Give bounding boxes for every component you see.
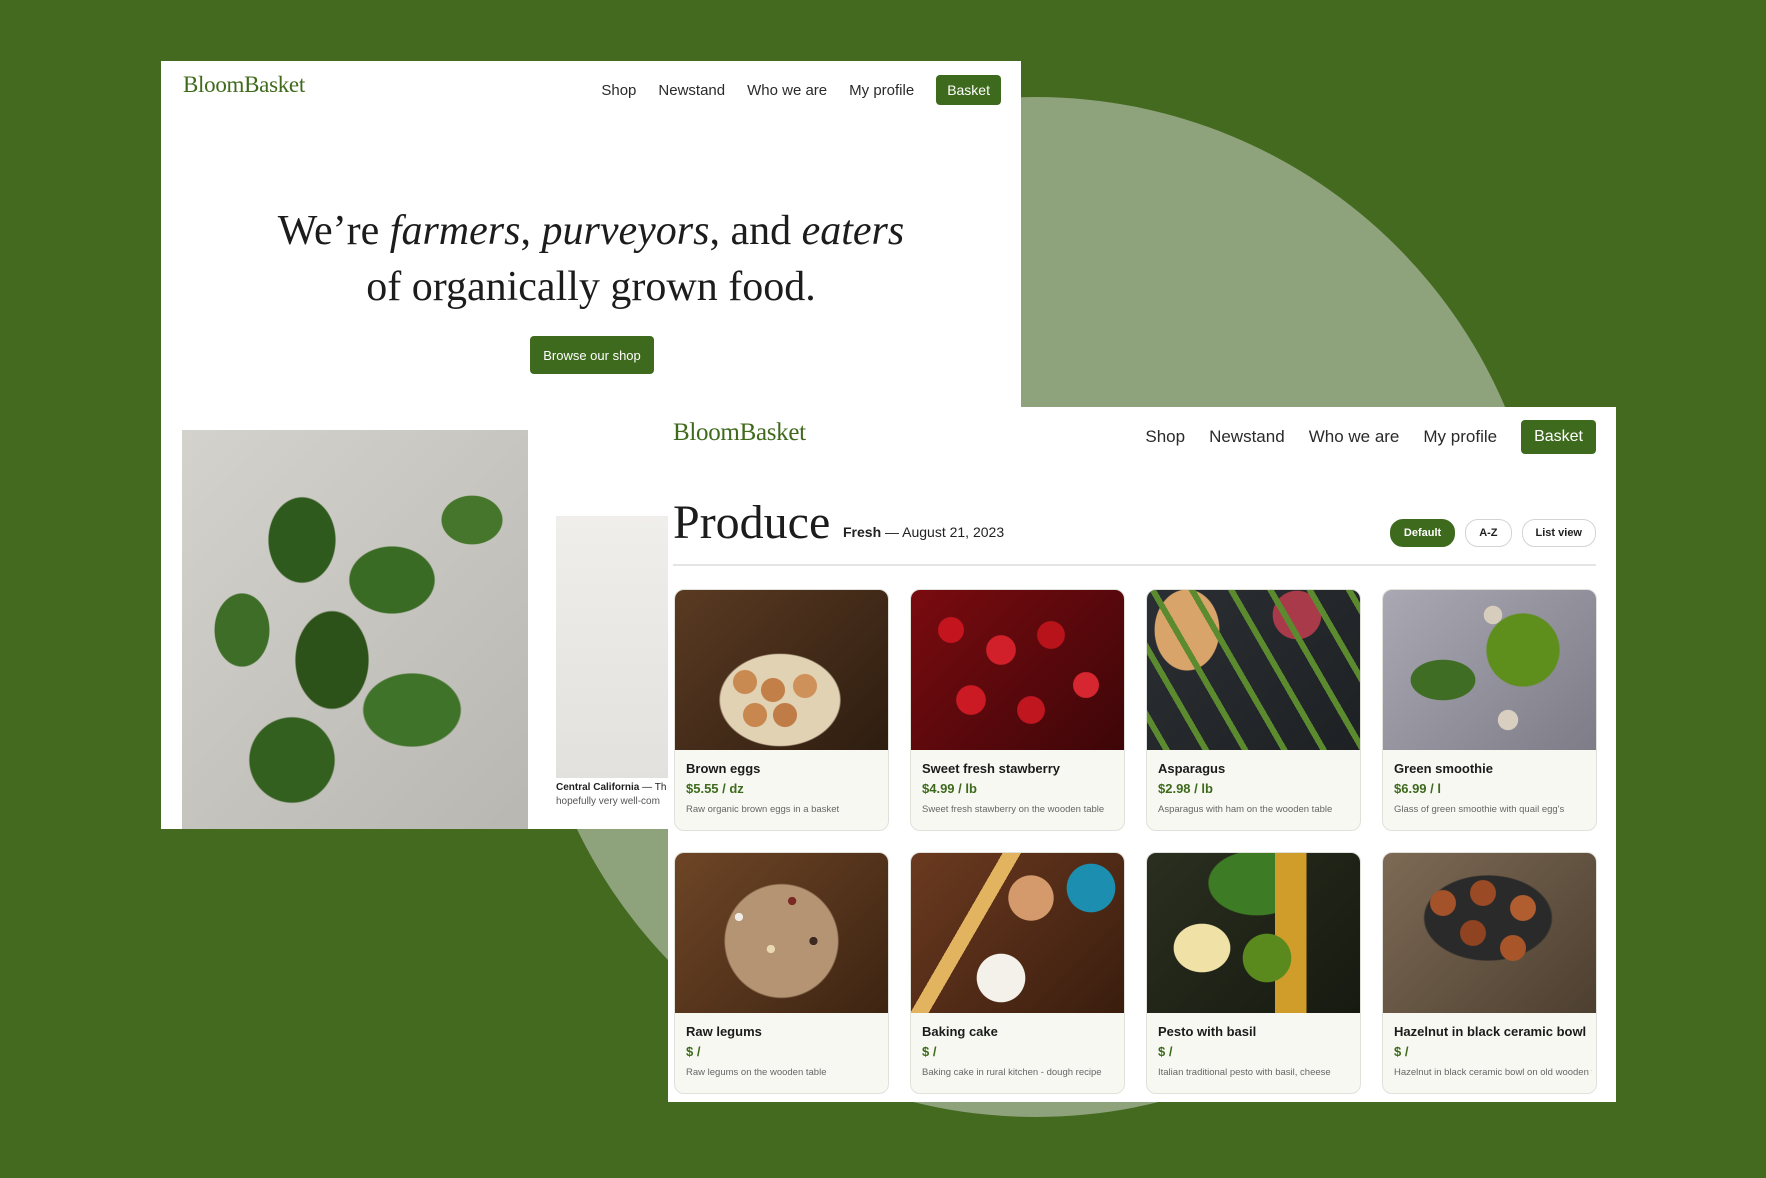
product-price: $6.99 / l	[1394, 781, 1441, 796]
product-description: Sweet fresh stawberry on the wooden tabl…	[922, 804, 1105, 815]
sort-az-button[interactable]: A-Z	[1465, 519, 1512, 547]
divider	[673, 564, 1596, 566]
white-still-life-photo	[556, 516, 669, 778]
hero-line-1: We’re farmers, purveyors, and eaters	[277, 208, 905, 254]
product-name: Pesto with basil	[1158, 1024, 1257, 1039]
page-title: Produce	[673, 496, 831, 549]
nav-my-profile[interactable]: My profile	[849, 82, 914, 99]
product-price: $ /	[1394, 1044, 1409, 1059]
product-name: Baking cake	[922, 1024, 998, 1039]
product-grid: Brown eggs $5.55 / dz Raw organic brown …	[674, 589, 1597, 1094]
list-view-button[interactable]: List view	[1521, 519, 1596, 547]
shop-page-window: BloomBasket Shop Newstand Who we are My …	[668, 407, 1616, 1102]
product-price: $5.55 / dz	[686, 781, 744, 796]
strawberry-photo	[911, 590, 1124, 750]
product-card[interactable]: Baking cake $ / Baking cake in rural kit…	[910, 852, 1125, 1094]
product-price: $ /	[922, 1044, 937, 1059]
nav-shop[interactable]: Shop	[1145, 427, 1185, 447]
product-description: Raw organic brown eggs in a basket	[686, 804, 840, 815]
leafy-greens-photo	[182, 430, 528, 829]
main-nav: Shop Newstand Who we are My profile Bask…	[601, 75, 1001, 105]
sort-default-button[interactable]: Default	[1389, 519, 1456, 547]
hero-heading: We’re farmers, purveyors, and eaters of …	[161, 203, 1021, 315]
product-name: Brown eggs	[686, 761, 761, 776]
nav-newstand[interactable]: Newstand	[1209, 427, 1285, 447]
nav-my-profile[interactable]: My profile	[1423, 427, 1497, 447]
product-card[interactable]: Pesto with basil $ / Italian traditional…	[1146, 852, 1361, 1094]
photo-caption-sub: hopefully very well-com	[556, 796, 660, 807]
main-nav: Shop Newstand Who we are My profile Bask…	[1145, 420, 1596, 454]
product-description: Baking cake in rural kitchen - dough rec…	[922, 1067, 1102, 1078]
hazelnut-photo	[1383, 853, 1596, 1013]
product-name: Green smoothie	[1394, 761, 1493, 776]
smoothie-photo	[1383, 590, 1596, 750]
product-description: Raw legums on the wooden table	[686, 1067, 827, 1078]
product-card[interactable]: Raw legums $ / Raw legums on the wooden …	[674, 852, 889, 1094]
product-name: Asparagus	[1158, 761, 1226, 776]
brand-logo[interactable]: BloomBasket	[183, 72, 305, 98]
photo-caption: Central California — Th	[556, 782, 667, 793]
product-description: Italian traditional pesto with basil, ch…	[1158, 1067, 1331, 1078]
product-price: $ /	[686, 1044, 701, 1059]
hero-line-2: of organically grown food.	[366, 264, 816, 310]
nav-who-we-are[interactable]: Who we are	[747, 82, 827, 99]
pesto-photo	[1147, 853, 1360, 1013]
product-name: Sweet fresh stawberry	[922, 761, 1061, 776]
product-price: $4.99 / lb	[922, 781, 977, 796]
product-name: Raw legums	[686, 1024, 762, 1039]
product-name: Hazelnut in black ceramic bowl	[1394, 1024, 1587, 1039]
browse-shop-button[interactable]: Browse our shop	[530, 336, 654, 374]
product-card[interactable]: Brown eggs $5.55 / dz Raw organic brown …	[674, 589, 889, 831]
product-description: Glass of green smoothie with quail egg's	[1394, 804, 1565, 815]
product-card[interactable]: Green smoothie $6.99 / l Glass of green …	[1382, 589, 1597, 831]
product-price: $2.98 / lb	[1158, 781, 1213, 796]
product-card[interactable]: Sweet fresh stawberry $4.99 / lb Sweet f…	[910, 589, 1125, 831]
product-card[interactable]: Hazelnut in black ceramic bowl $ / Hazel…	[1382, 852, 1597, 1094]
basket-button[interactable]: Basket	[936, 75, 1001, 105]
baking-photo	[911, 853, 1124, 1013]
brand-logo[interactable]: BloomBasket	[673, 419, 806, 447]
basket-button[interactable]: Basket	[1521, 420, 1596, 454]
asparagus-photo	[1147, 590, 1360, 750]
eggs-photo	[675, 590, 888, 750]
page-subtitle: Fresh — August 21, 2023	[843, 524, 1005, 540]
nav-shop[interactable]: Shop	[601, 82, 636, 99]
product-card[interactable]: Asparagus $2.98 / lb Asparagus with ham …	[1146, 589, 1361, 831]
legumes-photo	[675, 853, 888, 1013]
product-price: $ /	[1158, 1044, 1173, 1059]
product-description: Hazelnut in black ceramic bowl on old wo…	[1394, 1067, 1592, 1078]
nav-newstand[interactable]: Newstand	[658, 82, 725, 99]
nav-who-we-are[interactable]: Who we are	[1309, 427, 1400, 447]
product-description: Asparagus with ham on the wooden table	[1158, 804, 1333, 815]
sort-options: Default A-Z List view	[1389, 519, 1596, 547]
